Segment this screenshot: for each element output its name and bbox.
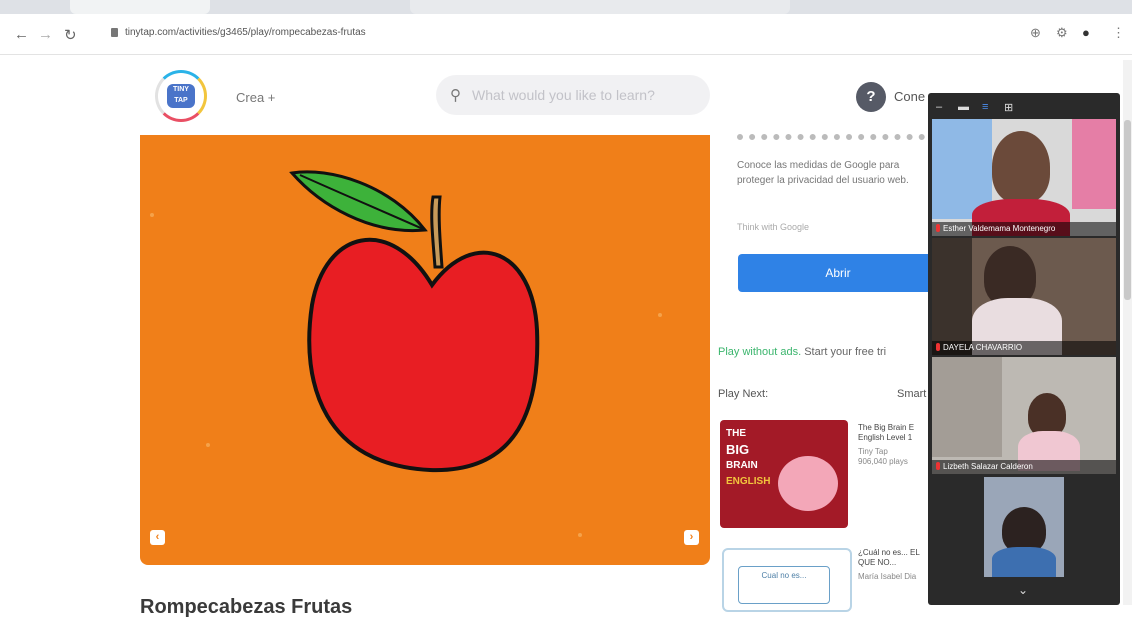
thumb-text: ENGLISH <box>726 476 771 487</box>
browser-tab[interactable] <box>70 0 210 14</box>
activity-thumbnail[interactable]: THE BIG BRAIN ENGLISH <box>720 420 848 528</box>
search-icon: ⚲ <box>450 87 461 104</box>
mic-muted-icon <box>936 462 940 470</box>
page-scrollbar[interactable] <box>1123 60 1132 605</box>
video-tile[interactable]: Lizbeth Salazar Calderon <box>932 357 1116 474</box>
participant-video <box>992 131 1050 203</box>
grid-view-icon[interactable]: ⊞ <box>1004 101 1013 114</box>
participant-video <box>992 547 1056 577</box>
video-tile[interactable]: Esther Valdemama Montenegro <box>932 119 1116 236</box>
mic-muted-icon <box>936 224 940 232</box>
tinytap-logo[interactable]: TINY TAP <box>155 70 207 122</box>
participant-name: DAYELA CHAVARRIO <box>932 341 1116 355</box>
ad-text: Conoce las medidas de Google para proteg… <box>737 134 937 188</box>
smart-label[interactable]: Smart <box>897 388 926 400</box>
wall-decoration <box>1072 119 1116 209</box>
url-field[interactable]: tinytap.com/activities/g3465/play/rompec… <box>125 27 366 38</box>
settings-icon[interactable]: ⚙ <box>1056 25 1068 41</box>
activity-author: Tiny Tap <box>858 447 888 456</box>
thumb-text: BRAIN <box>726 460 758 471</box>
promo-line: Play without ads. Start your free tri <box>718 346 886 358</box>
activity-info[interactable]: The Big Brain E English Level 1 Tiny Tap… <box>858 423 938 467</box>
activity-thumbnail[interactable]: Cual no es... <box>722 548 852 612</box>
video-tile[interactable] <box>984 477 1064 577</box>
back-arrow-icon[interactable]: ← <box>14 26 29 43</box>
apple-illustration <box>150 170 662 537</box>
activity-plays: 906,040 plays <box>858 457 908 466</box>
help-icon[interactable]: ? <box>856 82 886 112</box>
brain-illustration <box>778 456 838 511</box>
scrollbar-thumb[interactable] <box>1124 120 1131 300</box>
minimize-icon[interactable]: – <box>936 101 942 113</box>
thumb-card: Cual no es... <box>738 566 830 604</box>
video-toolbar: – ▬ ≡ ⊞ <box>928 93 1120 119</box>
play-without-ads-link[interactable]: Play without ads. <box>718 346 801 358</box>
forward-arrow-icon[interactable]: → <box>38 26 53 43</box>
mic-muted-icon <box>936 343 940 351</box>
video-tile[interactable]: DAYELA CHAVARRIO <box>932 238 1116 355</box>
game-canvas[interactable]: ‹ › <box>140 135 710 565</box>
ad-heading <box>737 134 937 146</box>
free-trial-text: Start your free tri <box>801 346 887 358</box>
participant-name: Lizbeth Salazar Calderon <box>932 460 1116 474</box>
thumb-text: BIG <box>726 442 750 457</box>
abrir-button[interactable]: Abrir <box>738 254 938 292</box>
create-menu[interactable]: Crea + <box>236 90 275 105</box>
search-placeholder[interactable]: What would you like to learn? <box>472 87 655 103</box>
activity-title[interactable]: ¿Cuál no es... EL QUE NO... <box>858 548 938 568</box>
play-next-label: Play Next: <box>718 388 769 400</box>
activity-info[interactable]: ¿Cuál no es... EL QUE NO... María Isabel… <box>858 548 938 582</box>
page-title: Rompecabezas Frutas <box>140 596 353 618</box>
speaker-view-icon[interactable]: ≡ <box>982 101 988 113</box>
logo-text: TINY TAP <box>167 84 195 108</box>
room-background <box>932 238 972 355</box>
prev-arrow-button[interactable]: ‹ <box>150 530 165 545</box>
thumb-text: THE <box>726 428 746 439</box>
room-background <box>932 357 1002 457</box>
extension-icon[interactable]: ⊕ <box>1030 25 1041 41</box>
activity-title[interactable]: The Big Brain E English Level 1 <box>858 423 938 443</box>
chevron-down-icon[interactable]: ⌄ <box>1018 583 1028 597</box>
participant-name: Esther Valdemama Montenegro <box>932 222 1116 236</box>
ad-body: Conoce las medidas de Google para proteg… <box>737 160 909 186</box>
profile-icon[interactable]: ● <box>1082 25 1090 40</box>
lock-icon <box>111 28 118 37</box>
activity-author: María Isabel Dia <box>858 572 917 581</box>
single-view-icon[interactable]: ▬ <box>958 101 969 113</box>
ad-source[interactable]: Think with Google <box>737 222 809 232</box>
video-call-panel[interactable]: – ▬ ≡ ⊞ Esther Valdemama Montenegro DAYE… <box>928 93 1120 605</box>
tab-strip <box>0 0 1132 14</box>
browser-tab[interactable] <box>410 0 790 14</box>
address-bar: ← → ↻ tinytap.com/activities/g3465/play/… <box>0 14 1132 55</box>
help-label[interactable]: Cone <box>894 89 925 104</box>
menu-icon[interactable]: ⋮ <box>1112 25 1125 41</box>
search-bar[interactable]: ⚲ What would you like to learn? <box>436 75 710 115</box>
participant-video <box>984 246 1036 306</box>
reload-icon[interactable]: ↻ <box>64 26 77 44</box>
next-arrow-button[interactable]: › <box>684 530 699 545</box>
